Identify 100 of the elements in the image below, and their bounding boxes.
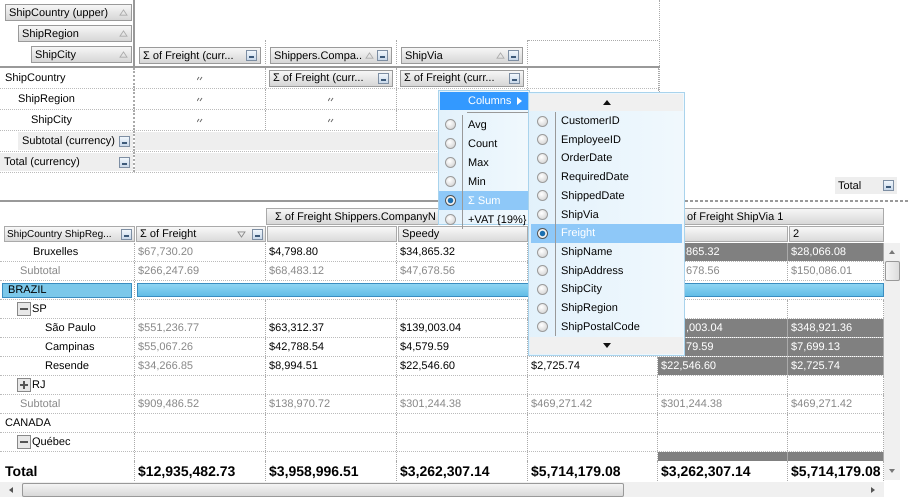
column-field-button[interactable]: ShipVia — [401, 47, 523, 64]
dropdown-button[interactable] — [508, 50, 519, 61]
radio-button[interactable] — [445, 214, 456, 225]
table-cell: $42,788.54 — [266, 338, 397, 356]
sort-icon — [119, 9, 128, 16]
menu-item[interactable]: EmployeeID — [531, 130, 682, 150]
table-cell: $22,546.60 — [658, 357, 788, 375]
dropdown-button[interactable] — [252, 228, 263, 240]
menu-item[interactable]: ShipCity — [531, 280, 682, 299]
total-field-button[interactable]: Total — [835, 177, 897, 194]
radio-button[interactable] — [537, 302, 548, 314]
column-header[interactable]: Σ of Freight — [136, 226, 266, 242]
row-field-button[interactable]: ShipCountry (upper) — [5, 4, 132, 21]
radio-button[interactable] — [445, 176, 456, 187]
menu-item[interactable]: Count — [439, 134, 529, 153]
radio-button[interactable] — [537, 284, 548, 295]
total-row-header[interactable]: Subtotal (currency) — [18, 132, 133, 150]
dropdown-button[interactable] — [119, 156, 130, 168]
table-cell: $55,067.26 — [135, 338, 266, 356]
menu-item[interactable]: Avg — [439, 115, 529, 134]
menu-item[interactable]: Max — [439, 153, 529, 172]
dropdown-button[interactable] — [509, 72, 520, 84]
dropdown-button[interactable] — [378, 72, 389, 84]
row-label: ShipCity — [30, 114, 72, 126]
table-cell: $5,714,179.08 — [528, 461, 658, 481]
row-label: ShipCountry — [4, 72, 66, 84]
submenu-arrow-icon — [517, 97, 522, 105]
column-header[interactable]: Speedy — [398, 226, 528, 242]
value-field-button[interactable]: Σ of Freight (curr... — [269, 70, 393, 86]
city-label: São Paulo — [44, 322, 96, 334]
table-cell: $3,262,307.14 — [658, 461, 788, 481]
radio-button[interactable] — [537, 228, 548, 239]
total-row-header[interactable]: Total (currency) — [0, 153, 133, 171]
column-field-button[interactable]: Σ of Freight (curr... — [139, 47, 261, 64]
country-row-label[interactable]: CANADA — [0, 414, 134, 432]
scroll-up-arrow-icon[interactable] — [888, 249, 896, 255]
vertical-scrollbar[interactable] — [884, 243, 900, 480]
expand-toggle[interactable] — [17, 302, 31, 316]
radio-button[interactable] — [445, 119, 456, 130]
column-field-button[interactable]: Shippers.Compa... — [270, 47, 392, 64]
table-cell: $138,970.72 — [266, 395, 397, 413]
city-label: Campinas — [44, 341, 95, 353]
menu-item[interactable]: RequiredDate — [531, 168, 682, 187]
table-cell: $28,066.08 — [788, 243, 884, 261]
scroll-left-arrow-icon[interactable] — [8, 486, 14, 494]
column-header[interactable]: 2 — [789, 226, 884, 242]
radio-button[interactable] — [537, 134, 548, 146]
city-label: Resende — [44, 360, 90, 372]
country-row-label[interactable]: BRAZIL — [2, 282, 132, 298]
region-label: RJ — [32, 379, 46, 391]
radio-button[interactable] — [537, 152, 548, 164]
table-cell: $4,798.80 — [266, 243, 397, 261]
table-cell: $3,958,996.51 — [266, 461, 397, 481]
table-cell: $348,921.36 — [788, 319, 884, 337]
horizontal-scrollbar[interactable] — [0, 482, 884, 497]
dropdown-button[interactable] — [883, 180, 894, 191]
grip-icon — [197, 117, 203, 123]
dropdown-button[interactable] — [119, 136, 130, 146]
grip-icon — [197, 75, 203, 81]
radio-button[interactable] — [537, 116, 548, 127]
table-cell: $8,994.51 — [266, 357, 397, 375]
radio-button[interactable] — [537, 246, 548, 258]
expand-toggle[interactable] — [17, 378, 31, 392]
radio-button[interactable] — [445, 195, 456, 206]
menu-item[interactable]: OrderDate — [531, 149, 682, 168]
radio-button[interactable] — [445, 157, 456, 168]
menu-item[interactable]: ShipRegion — [531, 298, 682, 318]
radio-button[interactable] — [537, 209, 548, 220]
grip-icon — [197, 96, 203, 102]
region-label: SP — [32, 303, 47, 315]
scroll-thumb[interactable] — [22, 482, 624, 496]
column-header[interactable]: ShipCountry ShipReg... — [4, 226, 135, 242]
table-cell: $551,236.77 — [135, 319, 266, 337]
table-cell: $7,699.13 — [788, 338, 884, 356]
table-cell: $34,266.85 — [135, 357, 266, 375]
table-cell: $909,486.52 — [135, 395, 266, 413]
radio-button[interactable] — [537, 265, 548, 276]
radio-button[interactable] — [537, 190, 548, 202]
region-label: Québec — [32, 436, 71, 448]
table-cell: $63,312.37 — [266, 319, 397, 337]
table-cell: $2,725.74 — [788, 357, 884, 375]
radio-button[interactable] — [445, 138, 456, 149]
dropdown-button[interactable] — [121, 228, 132, 240]
radio-button[interactable] — [537, 321, 548, 332]
row-field-button[interactable]: ShipRegion — [18, 25, 132, 42]
radio-button[interactable] — [537, 172, 548, 183]
dropdown-button[interactable] — [246, 50, 257, 61]
dropdown-button[interactable] — [377, 50, 388, 61]
menu-item[interactable]: ShippedDate — [531, 186, 682, 206]
table-cell: $68,483.12 — [266, 262, 397, 280]
row-field-button[interactable]: ShipCity — [31, 46, 132, 63]
scroll-thumb[interactable] — [884, 261, 900, 281]
expand-toggle[interactable] — [17, 435, 31, 449]
table-cell: $301,244.38 — [397, 395, 528, 413]
value-field-button[interactable]: Σ of Freight (curr... — [400, 70, 524, 86]
scroll-down-arrow-icon[interactable] — [888, 468, 896, 474]
up-arrow-icon — [602, 100, 610, 105]
menu-item[interactable]: CustomerID — [531, 112, 682, 130]
scroll-right-arrow-icon[interactable] — [870, 486, 876, 494]
sort-icon — [496, 52, 505, 59]
